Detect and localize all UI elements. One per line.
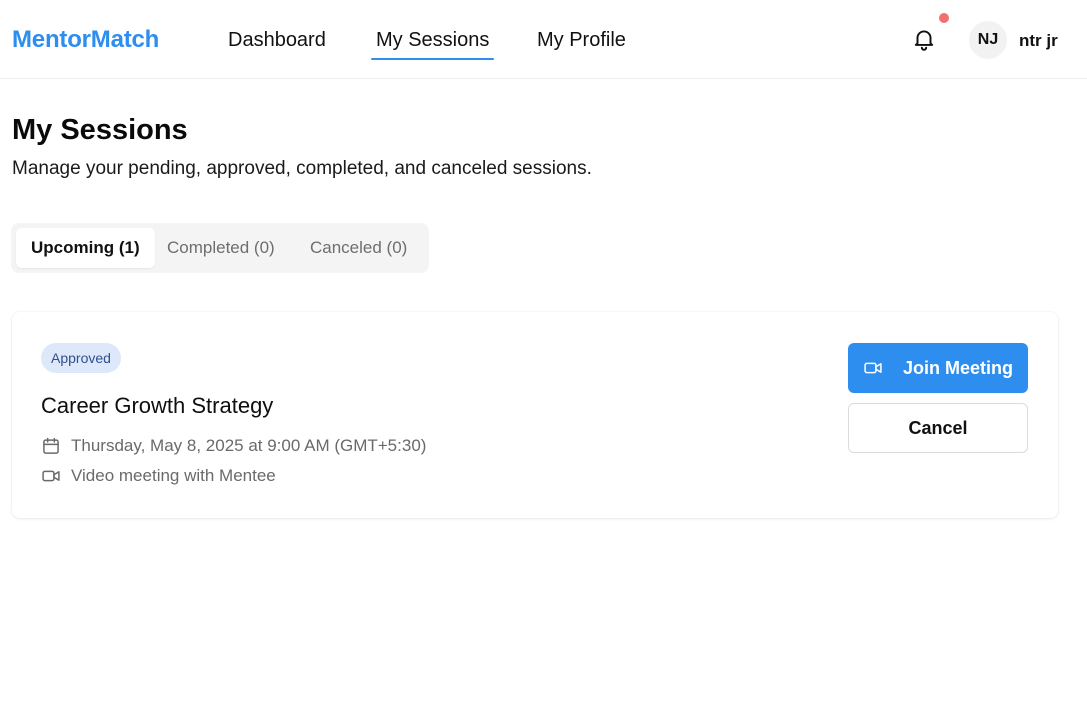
session-title: Career Growth Strategy [41,393,274,418]
nav-item-my-profile[interactable]: My Profile [537,29,626,52]
brand-logo[interactable]: MentorMatch [12,26,159,54]
tab-canceled[interactable]: Canceled (0) [295,228,422,268]
join-meeting-button[interactable]: Join Meeting [848,343,1028,393]
top-navigation-bar: MentorMatch Dashboard My Sessions My Pro… [0,0,1087,79]
video-icon [41,466,61,486]
session-meeting-text: Video meeting with Mentee [71,466,276,485]
avatar[interactable]: NJ [969,21,1007,59]
session-meeting-info: Video meeting with Mentee [41,465,276,487]
cancel-session-button[interactable]: Cancel [848,403,1028,453]
page-subtitle: Manage your pending, approved, completed… [12,158,592,179]
tab-completed[interactable]: Completed (0) [152,228,290,268]
nav-item-dashboard[interactable]: Dashboard [228,29,326,52]
notification-indicator [939,13,949,23]
session-datetime: Thursday, May 8, 2025 at 9:00 AM (GMT+5:… [41,435,426,457]
calendar-icon [41,436,61,456]
page-title: My Sessions [12,114,188,146]
session-datetime-text: Thursday, May 8, 2025 at 9:00 AM (GMT+5:… [71,436,427,455]
session-tabs: Upcoming (1) Completed (0) Canceled (0) [11,223,429,273]
user-name[interactable]: ntr jr [1019,31,1058,51]
status-badge: Approved [41,343,121,373]
tab-upcoming[interactable]: Upcoming (1) [16,228,155,268]
nav-item-my-sessions[interactable]: My Sessions [370,29,495,60]
video-icon [863,358,883,378]
join-meeting-label: Join Meeting [902,357,1013,378]
bell-icon[interactable] [911,26,937,52]
session-card: Approved Career Growth Strategy Thursday… [12,312,1058,518]
